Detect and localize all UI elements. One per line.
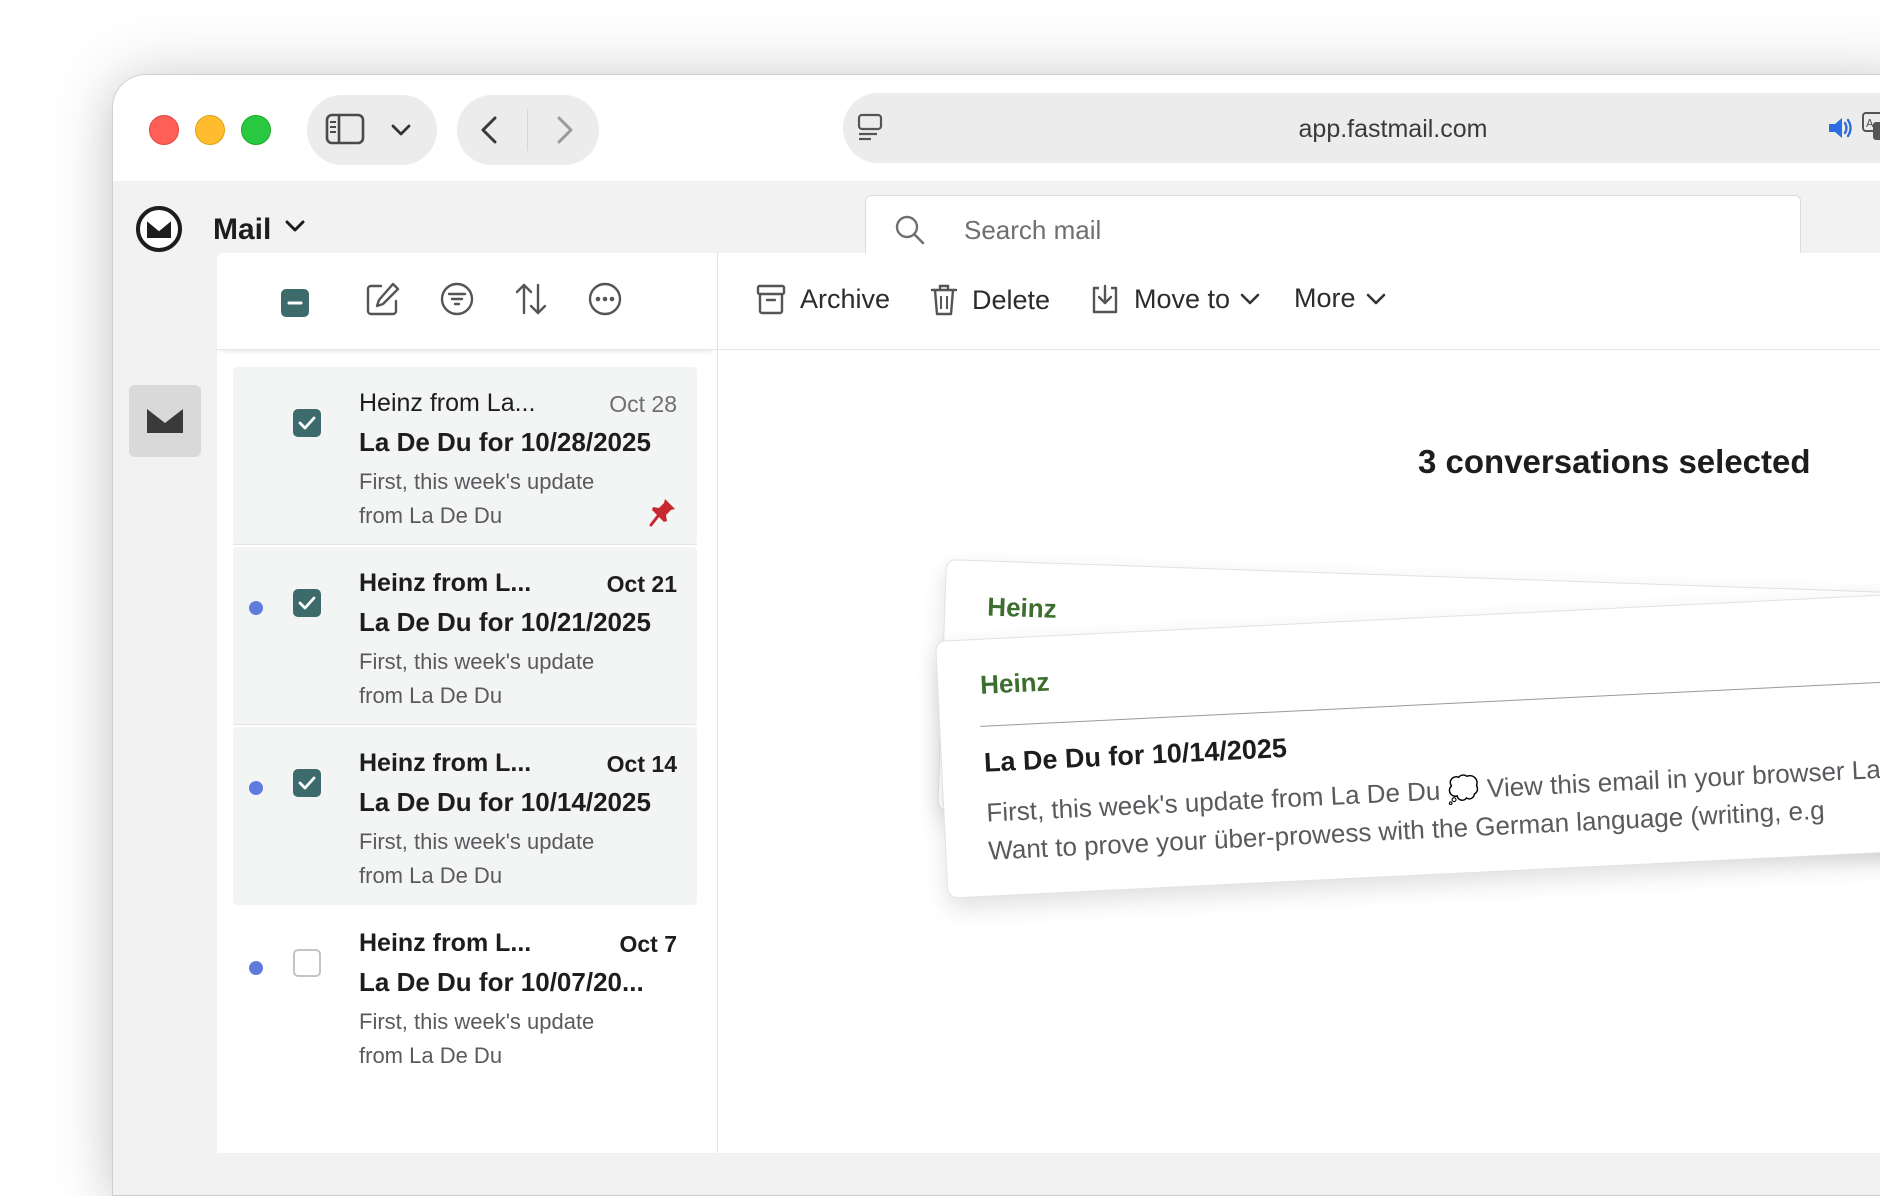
chevron-down-icon [1366, 293, 1385, 304]
browser-window: app.fastmail.com A Mail Search mail Hein… [112, 74, 1880, 1196]
message-date: Oct 28 [609, 391, 677, 417]
nav-divider [527, 109, 528, 151]
speaker-icon[interactable] [1827, 115, 1855, 141]
minimize-window-button[interactable] [195, 115, 225, 145]
message-sender: Heinz from L... [359, 749, 532, 777]
message-row[interactable]: Heinz from La... Oct 28 La De Du for 10/… [233, 367, 697, 545]
message-subject: La De Du for 10/07/20... [359, 967, 644, 997]
selection-count-title: 3 conversations selected [1418, 443, 1811, 480]
message-sender: Heinz from L... [359, 569, 532, 597]
delete-button[interactable]: Delete [930, 283, 1050, 317]
message-row[interactable]: Heinz from L... Oct 14 La De Du for 10/1… [233, 727, 697, 905]
archive-icon [756, 284, 786, 315]
card-subject: La De Du for 10/14/2025 [983, 732, 1288, 778]
move-to-button[interactable]: Move to [1090, 283, 1260, 315]
message-preview: First, this week's update from La De Du [359, 829, 595, 888]
message-subject: La De Du for 10/21/2025 [359, 607, 651, 637]
message-list-pane: Heinz from La... Oct 28 La De Du for 10/… [217, 253, 718, 1153]
address-bar[interactable]: app.fastmail.com A [843, 93, 1880, 163]
delete-label: Delete [972, 284, 1051, 315]
message-row[interactable]: Heinz from L... Oct 21 La De Du for 10/2… [233, 547, 697, 725]
message-date: Oct 14 [606, 751, 677, 777]
back-icon[interactable] [479, 115, 499, 145]
row-separator [233, 724, 697, 725]
unread-indicator [249, 961, 263, 975]
message-sender: Heinz from La... [359, 389, 536, 417]
trash-icon [930, 284, 958, 316]
app-title[interactable]: Mail [213, 213, 271, 247]
message-date: Oct 21 [606, 571, 677, 597]
chevron-down-icon[interactable] [391, 123, 411, 137]
chevron-down-icon [1240, 293, 1260, 305]
compose-icon[interactable] [365, 281, 401, 317]
card-sender: Heinz [979, 666, 1051, 700]
svg-text:A: A [1866, 117, 1874, 130]
message-actions-toolbar: Archive Delete Move to More [718, 253, 1880, 350]
search-input[interactable] [962, 210, 1746, 250]
message-date: Oct 7 [619, 931, 677, 957]
checkmark-icon [298, 416, 316, 430]
message-checkbox[interactable] [293, 949, 321, 977]
message-subject: La De Du for 10/28/2025 [359, 427, 651, 457]
message-checkbox[interactable] [293, 769, 321, 797]
card-sender: Heinz [986, 591, 1058, 624]
mail-rail-button[interactable] [129, 385, 201, 457]
message-row[interactable]: Heinz from L... Oct 7 La De Du for 10/07… [233, 907, 697, 1085]
navigation-group [457, 95, 599, 165]
list-toolbar [217, 253, 717, 350]
message-checkbox[interactable] [293, 589, 321, 617]
archive-button[interactable]: Archive [756, 283, 890, 315]
checkmark-icon [298, 596, 316, 610]
deselect-checkbox-icon[interactable] [281, 289, 309, 317]
message-preview: First, this week's update from La De Du [359, 1009, 595, 1068]
fastmail-logo-icon[interactable] [135, 205, 183, 253]
forward-icon[interactable] [555, 115, 575, 145]
sidebar-toggle-group[interactable] [307, 95, 437, 165]
message-checkbox[interactable] [293, 409, 321, 437]
filter-icon[interactable] [439, 281, 475, 317]
row-separator [233, 544, 697, 545]
translate-icon[interactable]: A [1861, 111, 1880, 143]
pin-icon[interactable] [649, 497, 677, 527]
mail-icon [147, 409, 183, 433]
message-sender: Heinz from L... [359, 929, 532, 957]
message-preview: First, this week's update from La De Du [359, 649, 595, 708]
more-label: More [1294, 283, 1356, 313]
sidebar-icon[interactable] [325, 113, 365, 145]
archive-label: Archive [800, 283, 891, 314]
zoom-window-button[interactable] [241, 115, 271, 145]
move-to-label: Move to [1134, 283, 1231, 314]
unread-indicator [249, 601, 263, 615]
message-preview: First, this week's update from La De Du [359, 469, 595, 528]
more-options-icon[interactable] [587, 281, 623, 317]
checkmark-icon [298, 776, 316, 790]
card-divider [980, 669, 1880, 727]
close-window-button[interactable] [149, 115, 179, 145]
message-subject: La De Du for 10/14/2025 [359, 787, 651, 817]
url-text[interactable]: app.fastmail.com [843, 115, 1880, 144]
unread-indicator [249, 781, 263, 795]
move-to-icon [1092, 284, 1118, 314]
chevron-down-icon[interactable] [285, 219, 305, 233]
search-icon [895, 215, 925, 245]
browser-titlebar: app.fastmail.com A [113, 75, 1880, 181]
more-button[interactable]: More [1294, 283, 1386, 314]
sort-icon[interactable] [513, 281, 549, 317]
